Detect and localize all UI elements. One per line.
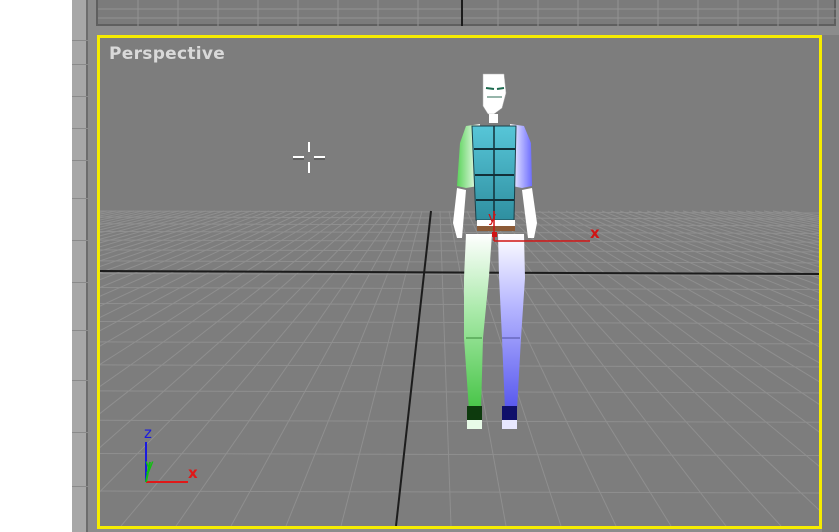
world-axis-tripod-icon: z y x [144,424,198,483]
grid-line [100,321,819,325]
grid-vertical-lines [100,210,819,526]
grid-line [772,210,819,220]
grid-line [230,210,405,526]
grid-line [100,490,819,494]
grid-line [556,210,819,348]
grid-line [439,210,452,526]
grid-line [100,341,819,345]
grid-line [619,210,819,279]
grid-line [100,287,819,291]
grid-line [754,210,819,224]
top-viewport-grid [98,0,838,26]
grid-line [100,302,819,306]
grid-line [100,260,819,264]
grid-line [709,210,819,237]
grid-line [100,210,333,347]
grid-line [120,210,387,526]
character-right-leg [498,234,525,410]
crosshair-cursor-icon [293,142,325,173]
grid-line [781,210,819,219]
grid-line [100,210,198,237]
left-viewport-strip[interactable] [72,0,88,532]
grid-line [100,210,306,307]
top-viewport[interactable] [96,0,838,26]
right-viewport-strip[interactable] [822,35,839,532]
grid-line [100,364,819,368]
viewport-label[interactable]: Perspective [109,44,225,64]
grid-axis-vertical [395,210,432,526]
grid-line [664,210,819,254]
gizmo-x-label: x [590,224,600,242]
left-blank-area [0,0,72,532]
grid-line [100,210,171,228]
triad-y-label: y [145,456,154,474]
grid-line [100,210,225,248]
grid-line [340,210,423,526]
grid-line [502,210,819,511]
grid-line [175,210,396,526]
grid-line [100,210,135,219]
triad-z-label: z [144,424,152,442]
grid-line [100,210,351,388]
grid-line [100,210,324,332]
grid-line [790,210,819,217]
grid-line [565,210,819,334]
grid-line [100,453,819,457]
perspective-viewport[interactable]: y x z y x Perspective [97,35,822,529]
grid-line [100,210,378,493]
grid-line [100,210,234,252]
grid-line [511,210,819,467]
grid-line [285,210,414,526]
grid-line [592,210,819,302]
grid-line [547,210,819,364]
viewport-scene: y x z y x [100,73,819,526]
grid-line [493,210,782,526]
grid-line [682,210,819,246]
grid-line [100,390,819,394]
gizmo-y-label: y [488,210,496,226]
grid-line [100,210,108,213]
character-left-leg [464,234,492,410]
character-head [482,73,507,115]
grid-line [727,210,819,231]
triad-x-label: x [188,464,198,482]
